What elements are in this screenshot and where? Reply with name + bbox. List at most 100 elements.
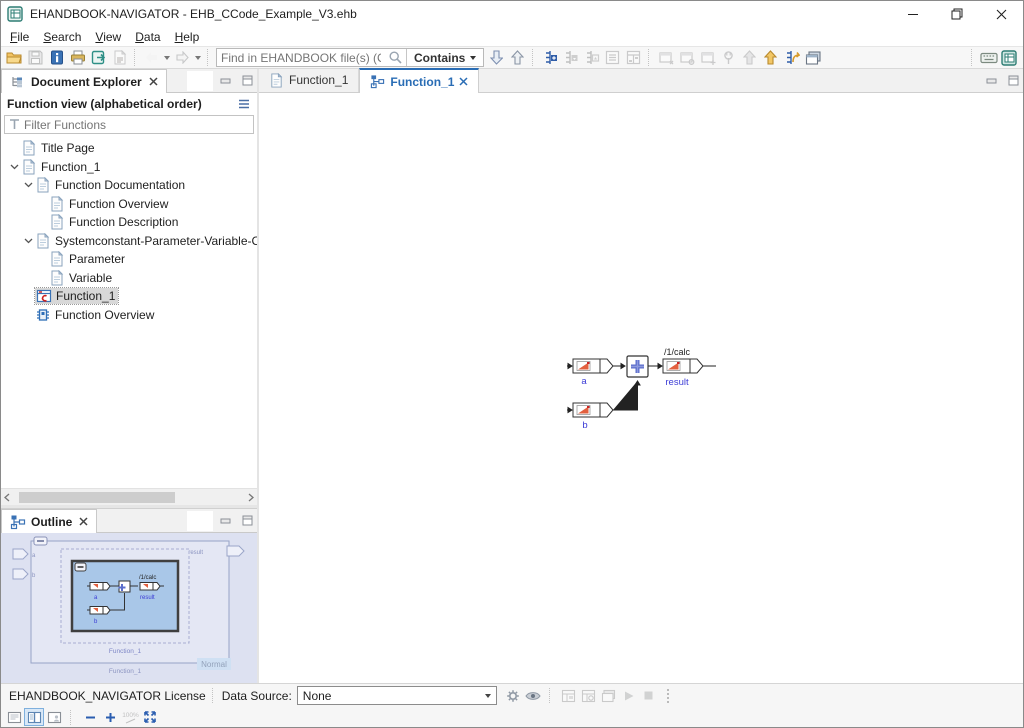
find-previous-button[interactable] (507, 47, 528, 68)
back-button[interactable] (141, 47, 162, 68)
menu-data[interactable]: Data (128, 29, 167, 45)
stop-measurement-button[interactable] (639, 687, 659, 705)
next-function-button[interactable] (581, 47, 602, 68)
show-values-button[interactable] (523, 687, 543, 705)
adder-block[interactable] (627, 356, 648, 377)
prev-function-button[interactable] (560, 47, 581, 68)
import-up-button[interactable] (739, 47, 760, 68)
forward-button[interactable] (172, 47, 193, 68)
zoom-out-button[interactable] (80, 708, 100, 726)
calibration-view-button[interactable] (579, 687, 599, 705)
print-button[interactable] (67, 47, 88, 68)
tab-document-explorer[interactable]: Document Explorer (1, 69, 167, 93)
compare-functions-button[interactable] (781, 47, 802, 68)
minimize-view-button[interactable] (983, 73, 999, 87)
toolbar-separator (207, 49, 211, 66)
toolbar-separator (532, 49, 536, 66)
app-home-button[interactable] (999, 47, 1020, 68)
keyboard-shortcuts-button[interactable] (978, 47, 999, 68)
tab-outline[interactable]: Outline (1, 509, 97, 533)
view-menu-icon[interactable] (237, 98, 251, 110)
info-button[interactable] (46, 47, 67, 68)
menu-view[interactable]: View (88, 29, 128, 45)
find-input[interactable] (217, 51, 385, 65)
diagram-canvas[interactable]: a b /1/calc result (259, 93, 1023, 683)
maximize-view-button[interactable] (239, 73, 255, 87)
scroll-left-icon[interactable] (3, 493, 11, 502)
zoom-reset-button[interactable]: 100% (120, 708, 140, 726)
tree-item-label: Function Overview (69, 197, 168, 211)
outline-minimap[interactable]: a b result Function_1 (1, 533, 257, 683)
find-next-button[interactable] (486, 47, 507, 68)
maximize-view-button[interactable] (239, 513, 255, 527)
split-layout-button[interactable] (24, 708, 44, 726)
inport-a[interactable] (567, 359, 625, 373)
explorer-tabbar: Document Explorer (1, 69, 257, 93)
tree-item-function-overview-chip[interactable]: Function Overview (1, 306, 257, 325)
tree-item-variable[interactable]: Variable (1, 269, 257, 288)
scroll-right-icon[interactable] (247, 493, 255, 502)
new-window-button[interactable] (802, 47, 823, 68)
scrollbar-thumb[interactable] (19, 492, 175, 503)
export-up-button[interactable] (760, 47, 781, 68)
chevron-down-icon[interactable] (21, 234, 35, 248)
fit-to-view-button[interactable] (140, 708, 160, 726)
tree-item-function-1[interactable]: Function_1 (1, 158, 257, 177)
save-button[interactable] (25, 47, 46, 68)
tree-item-title-page[interactable]: Title Page (1, 139, 257, 158)
pin-view-button[interactable] (676, 47, 697, 68)
maximize-view-button[interactable] (1005, 73, 1021, 87)
detach-view-button[interactable] (655, 47, 676, 68)
pdf-export-button[interactable] (109, 47, 130, 68)
zoom-in-button[interactable] (100, 708, 120, 726)
close-tab-icon[interactable] (459, 77, 468, 86)
measure-view-button[interactable] (599, 687, 619, 705)
tree-item-function-documentation[interactable]: Function Documentation (1, 176, 257, 195)
forward-history-caret[interactable] (193, 47, 203, 68)
tree-item-systemconstant[interactable]: Systemconstant-Parameter-Variable-Cl (1, 232, 257, 251)
outport-result[interactable] (648, 359, 716, 373)
experiment-view-button[interactable] (559, 687, 579, 705)
minimize-view-button[interactable] (217, 73, 233, 87)
clone-view-button[interactable] (697, 47, 718, 68)
chevron-down-icon[interactable] (21, 178, 35, 192)
match-mode-dropdown[interactable]: Contains (406, 49, 483, 66)
data-source-dropdown[interactable]: None (297, 686, 497, 705)
inport-b[interactable] (567, 381, 640, 417)
window-title: EHANDBOOK-NAVIGATOR - EHB_CCode_Example_… (30, 7, 357, 21)
menu-help[interactable]: Help (168, 29, 207, 45)
menu-search[interactable]: Search (36, 29, 88, 45)
focus-function-button[interactable] (539, 47, 560, 68)
chevron-down-icon[interactable] (7, 160, 21, 174)
document-layout-icon (47, 711, 62, 724)
tree-item-function-1-model[interactable]: Function_1 (1, 287, 257, 306)
editor-tab-function-1-doc[interactable]: Function_1 (259, 68, 359, 92)
plug-view-button[interactable] (718, 47, 739, 68)
document-icon (49, 214, 65, 230)
tree-item-function-overview-doc[interactable]: Function Overview (1, 195, 257, 214)
close-tab-icon[interactable] (149, 77, 158, 86)
block-diagram[interactable]: a b /1/calc result (567, 345, 727, 437)
back-history-caret[interactable] (162, 47, 172, 68)
tree-item-parameter[interactable]: Parameter (1, 250, 257, 269)
tree-item-function-description[interactable]: Function Description (1, 213, 257, 232)
restore-button[interactable] (935, 1, 979, 27)
single-page-layout-button[interactable] (4, 708, 24, 726)
document-layout-button[interactable] (44, 708, 64, 726)
close-button[interactable] (979, 1, 1023, 27)
minimize-view-button[interactable] (217, 513, 233, 527)
start-measurement-button[interactable] (619, 687, 639, 705)
editor-tab-function-1-diagram[interactable]: Function_1 (359, 68, 479, 93)
function-table-button[interactable] (623, 47, 644, 68)
minimize-button[interactable] (891, 1, 935, 27)
export-report-button[interactable] (88, 47, 109, 68)
explorer-hscrollbar[interactable] (1, 488, 257, 505)
close-tab-icon[interactable] (79, 517, 88, 526)
function-list-button[interactable] (602, 47, 623, 68)
menu-file[interactable]: File (3, 29, 36, 45)
data-source-settings-button[interactable] (503, 687, 523, 705)
window-controls (891, 1, 1023, 27)
open-file-button[interactable] (4, 47, 25, 68)
function-tree: Title Page Function_1 Function Documenta… (1, 136, 257, 488)
filter-input[interactable] (21, 118, 253, 132)
